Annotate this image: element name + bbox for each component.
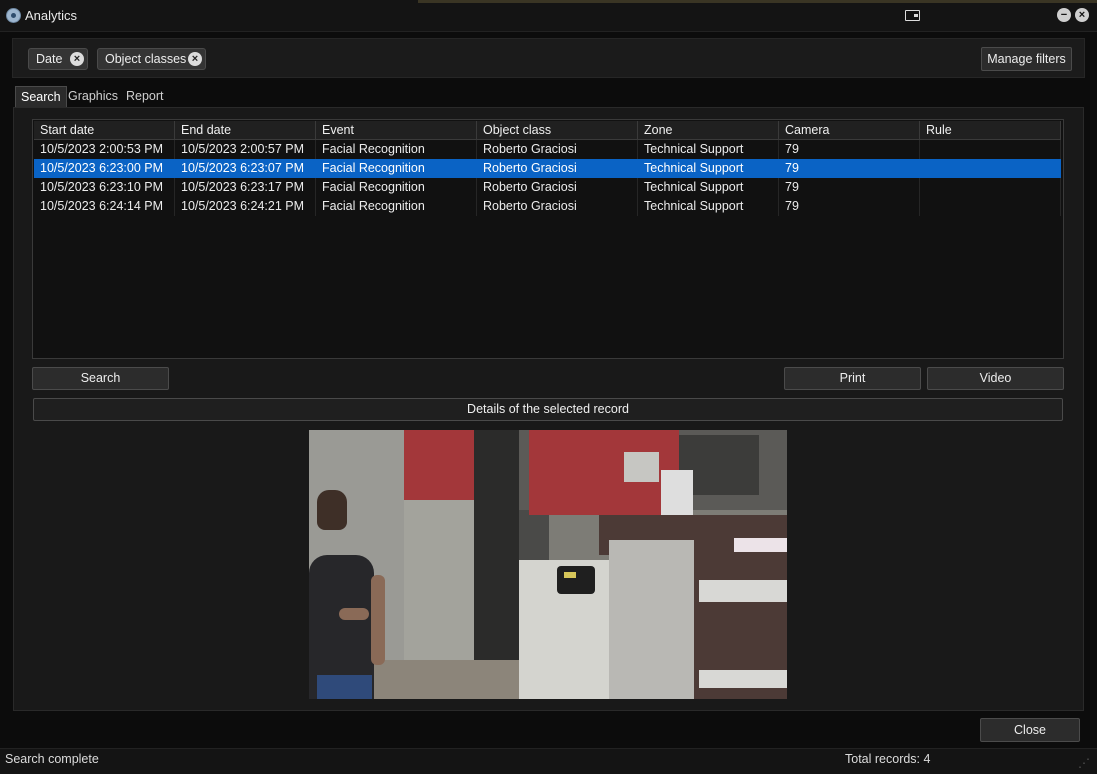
cell-object-class: Roberto Graciosi xyxy=(477,159,638,178)
cell-zone: Technical Support xyxy=(638,197,779,216)
table-row[interactable]: 10/5/2023 6:24:14 PM 10/5/2023 6:24:21 P… xyxy=(34,197,1061,216)
status-text: Search complete xyxy=(5,752,99,766)
table-row-selected[interactable]: 10/5/2023 6:23:00 PM 10/5/2023 6:23:07 P… xyxy=(34,159,1061,178)
cell-event: Facial Recognition xyxy=(316,140,477,159)
cell-end-date: 10/5/2023 6:23:17 PM xyxy=(175,178,316,197)
cell-object-class: Roberto Graciosi xyxy=(477,140,638,159)
remove-chip-icon[interactable]: × xyxy=(70,52,84,66)
total-records: Total records: 4 xyxy=(845,752,931,766)
cell-zone: Technical Support xyxy=(638,140,779,159)
title-bar xyxy=(0,0,1097,32)
tab-graphics[interactable]: Graphics xyxy=(63,86,123,107)
column-header-start-date[interactable]: Start date xyxy=(34,121,175,140)
cell-zone: Technical Support xyxy=(638,178,779,197)
cell-rule xyxy=(920,197,1061,216)
table-header: Start date End date Event Object class Z… xyxy=(34,121,1061,140)
cell-camera: 79 xyxy=(779,178,920,197)
cell-object-class: Roberto Graciosi xyxy=(477,197,638,216)
tab-search[interactable]: Search xyxy=(15,86,67,107)
table-row[interactable]: 10/5/2023 2:00:53 PM 10/5/2023 2:00:57 P… xyxy=(34,140,1061,159)
search-button[interactable]: Search xyxy=(32,367,169,390)
app-globe-icon xyxy=(6,8,21,23)
cell-start-date: 10/5/2023 2:00:53 PM xyxy=(34,140,175,159)
column-header-camera[interactable]: Camera xyxy=(779,121,920,140)
background-strip xyxy=(418,0,1097,3)
column-header-object-class[interactable]: Object class xyxy=(477,121,638,140)
cell-event: Facial Recognition xyxy=(316,178,477,197)
window-title: Analytics xyxy=(25,8,78,23)
cell-rule xyxy=(920,140,1061,159)
cell-rule xyxy=(920,178,1061,197)
remove-chip-icon[interactable]: × xyxy=(188,52,202,66)
tab-report[interactable]: Report xyxy=(121,86,169,107)
details-header: Details of the selected record xyxy=(33,398,1063,421)
cell-camera: 79 xyxy=(779,197,920,216)
video-button[interactable]: Video xyxy=(927,367,1064,390)
camera-snapshot[interactable] xyxy=(309,430,787,699)
results-table[interactable]: Start date End date Event Object class Z… xyxy=(32,119,1064,359)
cell-end-date: 10/5/2023 2:00:57 PM xyxy=(175,140,316,159)
cell-start-date: 10/5/2023 6:23:10 PM xyxy=(34,178,175,197)
cell-end-date: 10/5/2023 6:24:21 PM xyxy=(175,197,316,216)
table-row[interactable]: 10/5/2023 6:23:10 PM 10/5/2023 6:23:17 P… xyxy=(34,178,1061,197)
cell-object-class: Roberto Graciosi xyxy=(477,178,638,197)
cell-zone: Technical Support xyxy=(638,159,779,178)
cell-rule xyxy=(920,159,1061,178)
filter-chip-date[interactable]: Date × xyxy=(28,48,88,70)
status-bar xyxy=(0,748,1097,774)
close-button[interactable]: Close xyxy=(980,718,1080,742)
print-button[interactable]: Print xyxy=(784,367,921,390)
manage-filters-button[interactable]: Manage filters xyxy=(981,47,1072,71)
column-header-event[interactable]: Event xyxy=(316,121,477,140)
filter-chip-label: Date xyxy=(36,52,63,66)
close-icon[interactable]: × xyxy=(1075,8,1089,22)
resize-grip-icon[interactable]: ⋰ xyxy=(1078,756,1090,770)
cell-camera: 79 xyxy=(779,159,920,178)
cell-start-date: 10/5/2023 6:23:00 PM xyxy=(34,159,175,178)
column-header-zone[interactable]: Zone xyxy=(638,121,779,140)
minimize-icon[interactable]: − xyxy=(1057,8,1071,22)
cell-camera: 79 xyxy=(779,140,920,159)
column-header-rule[interactable]: Rule xyxy=(920,121,1061,140)
dock-window-icon[interactable] xyxy=(905,10,920,21)
cell-event: Facial Recognition xyxy=(316,197,477,216)
cell-event: Facial Recognition xyxy=(316,159,477,178)
cell-end-date: 10/5/2023 6:23:07 PM xyxy=(175,159,316,178)
column-header-end-date[interactable]: End date xyxy=(175,121,316,140)
filter-chip-object-classes[interactable]: Object classes × xyxy=(97,48,206,70)
filter-chip-label: Object classes xyxy=(105,52,187,66)
cell-start-date: 10/5/2023 6:24:14 PM xyxy=(34,197,175,216)
